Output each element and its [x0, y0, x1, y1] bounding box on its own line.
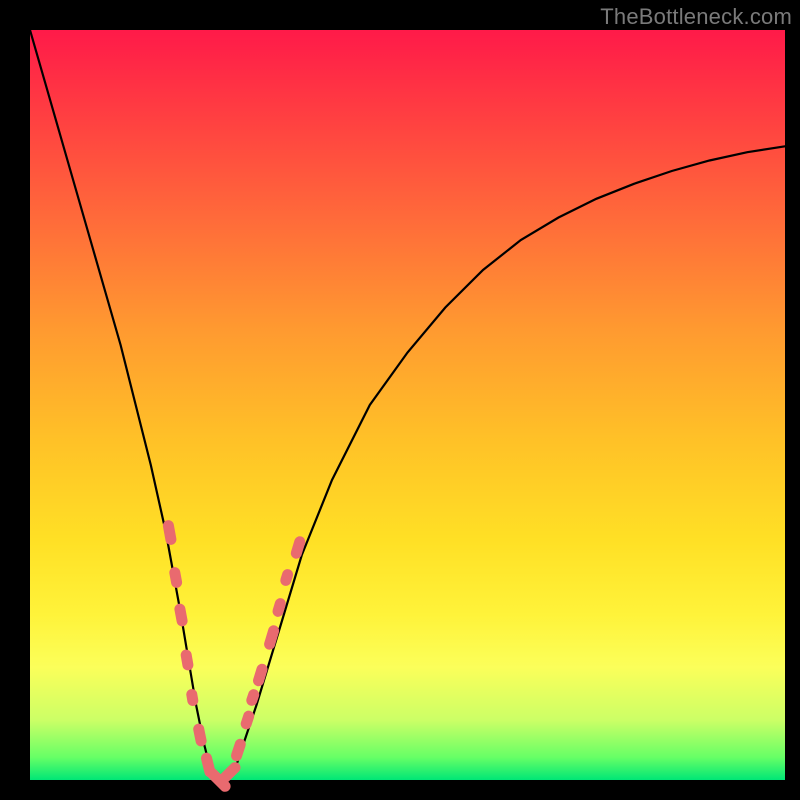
bead: [225, 768, 235, 778]
bead: [246, 716, 249, 724]
bead: [168, 526, 171, 540]
bead: [270, 631, 274, 644]
bead: [252, 695, 254, 701]
bead: [259, 669, 263, 680]
bead: [278, 604, 280, 612]
watermark-text: TheBottleneck.com: [600, 4, 792, 30]
bead: [199, 729, 201, 741]
bead-group: [168, 526, 299, 787]
bottleneck-curve: [30, 30, 785, 780]
bead: [237, 744, 241, 755]
bead: [180, 609, 182, 621]
bead: [192, 695, 193, 701]
bead: [186, 655, 188, 665]
plot-area: [30, 30, 785, 780]
bead: [296, 542, 300, 553]
curve-svg: [30, 30, 785, 780]
bead: [286, 575, 288, 581]
chart-frame: TheBottleneck.com: [0, 0, 800, 800]
bead: [175, 573, 177, 583]
